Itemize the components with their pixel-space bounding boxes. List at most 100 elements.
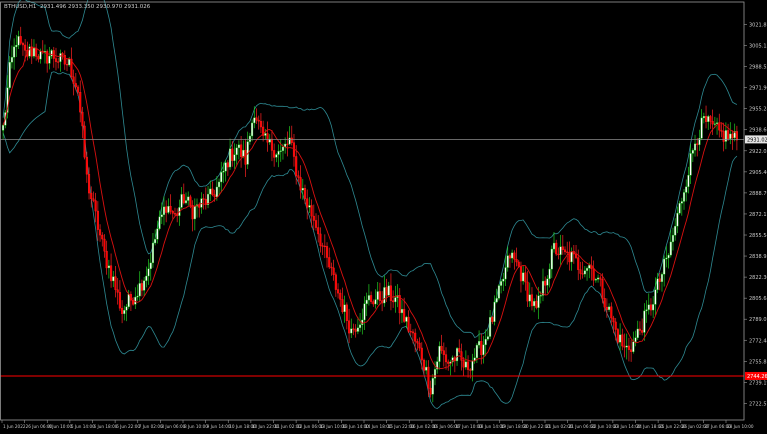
y-tick-label: 2988.525	[749, 65, 767, 71]
candle-body	[127, 294, 130, 308]
candle-body	[79, 92, 82, 113]
candle-body	[160, 214, 163, 218]
candle-body	[43, 51, 47, 53]
candle	[497, 284, 500, 301]
candle-body	[118, 292, 121, 309]
candle-body	[328, 257, 331, 268]
candle-body	[158, 216, 161, 229]
candle-body	[583, 270, 586, 275]
candle-body	[277, 151, 280, 155]
candle-body	[275, 154, 278, 158]
candle-body	[13, 46, 16, 58]
candle-body	[667, 254, 670, 259]
y-tick-label: 3021.870	[749, 22, 767, 28]
candle-body	[506, 255, 509, 268]
candle-body	[341, 299, 344, 313]
candle-body	[301, 188, 304, 191]
candle-body	[731, 133, 734, 139]
candle-body	[458, 348, 461, 352]
y-tick-label: 2722.570	[749, 401, 767, 407]
candle-body	[467, 361, 470, 370]
candle-body	[101, 234, 104, 240]
candle-body	[678, 203, 681, 214]
candle-body	[48, 55, 51, 64]
candle-body	[550, 248, 553, 270]
candle-body	[621, 334, 624, 347]
candle-body	[431, 378, 434, 395]
price-chart[interactable]: 3021.870 3005.150 2988.525 2971.906 2955.285…	[0, 0, 767, 430]
candle-body	[295, 156, 298, 176]
candle-body	[348, 320, 351, 334]
candle-body	[125, 306, 128, 311]
candle-body	[187, 196, 190, 201]
candle-body	[264, 133, 267, 136]
candle-body	[81, 111, 84, 127]
candle-body	[226, 162, 229, 168]
candle-body	[552, 242, 556, 250]
candle-body	[735, 131, 738, 141]
candle-body	[290, 137, 293, 143]
x-tick-label: 28 Jun 10:00	[727, 424, 754, 429]
candle-body	[566, 251, 569, 253]
candle-body	[270, 138, 273, 151]
x-tick-label: 8 Jun 10:00	[184, 424, 208, 429]
candle-body	[350, 328, 353, 334]
candle-body	[579, 269, 582, 274]
candle-body	[632, 341, 635, 352]
candle-body	[654, 289, 657, 305]
candle-body	[171, 211, 174, 214]
candle-body	[151, 242, 154, 264]
candle-body	[711, 121, 714, 125]
y-tick-label: 2739.190	[749, 380, 767, 386]
candle-body	[480, 341, 483, 356]
candle-body	[559, 246, 562, 255]
candle-body	[614, 321, 617, 330]
candle-body	[299, 177, 302, 191]
candle-body	[255, 117, 258, 121]
candle-body	[407, 316, 410, 332]
candle-body	[114, 276, 117, 290]
candle-body	[145, 275, 148, 281]
candle-body	[103, 238, 106, 252]
candle-body	[462, 360, 465, 368]
x-tick-label: 5 Jun 14:00	[71, 424, 95, 429]
candle-body	[211, 188, 214, 195]
x-tick-label: 7 Jun 02:00	[139, 424, 163, 429]
candle-body	[524, 272, 527, 283]
candle-body	[184, 200, 188, 204]
candle-body	[337, 289, 340, 294]
candle-body	[330, 266, 333, 269]
candle-body	[169, 206, 172, 212]
candle-body	[257, 119, 260, 122]
candle-body	[471, 360, 474, 371]
candle-body	[405, 316, 408, 322]
candle-body	[76, 86, 80, 93]
candle-body	[123, 310, 126, 314]
candle-body	[74, 83, 77, 88]
candle-body	[354, 329, 357, 332]
candle-body	[334, 274, 337, 290]
candle-body	[352, 328, 355, 330]
candle-body	[597, 277, 600, 280]
symbol-label: BTHUSD,H1	[4, 4, 36, 10]
candle-body	[61, 53, 64, 56]
candle-body	[414, 332, 417, 342]
candle-body	[475, 344, 478, 359]
candle-body	[140, 283, 143, 291]
candle-body	[167, 206, 170, 213]
candle-body	[143, 280, 146, 291]
candle-body	[99, 229, 102, 236]
current-price-label: 2931.026	[747, 137, 767, 143]
candle-body	[57, 61, 60, 63]
y-tick-label: 2905.400	[749, 170, 767, 176]
candle-body	[279, 150, 282, 152]
candle-body	[321, 245, 324, 247]
candle-body	[528, 294, 531, 302]
candle-body	[696, 143, 699, 145]
candle-body	[242, 149, 245, 157]
candle-body	[50, 50, 53, 57]
candle-body	[162, 206, 166, 215]
y-tick-label: 2855.540	[749, 233, 767, 239]
candle-body	[689, 153, 692, 176]
candle-body	[15, 44, 18, 48]
